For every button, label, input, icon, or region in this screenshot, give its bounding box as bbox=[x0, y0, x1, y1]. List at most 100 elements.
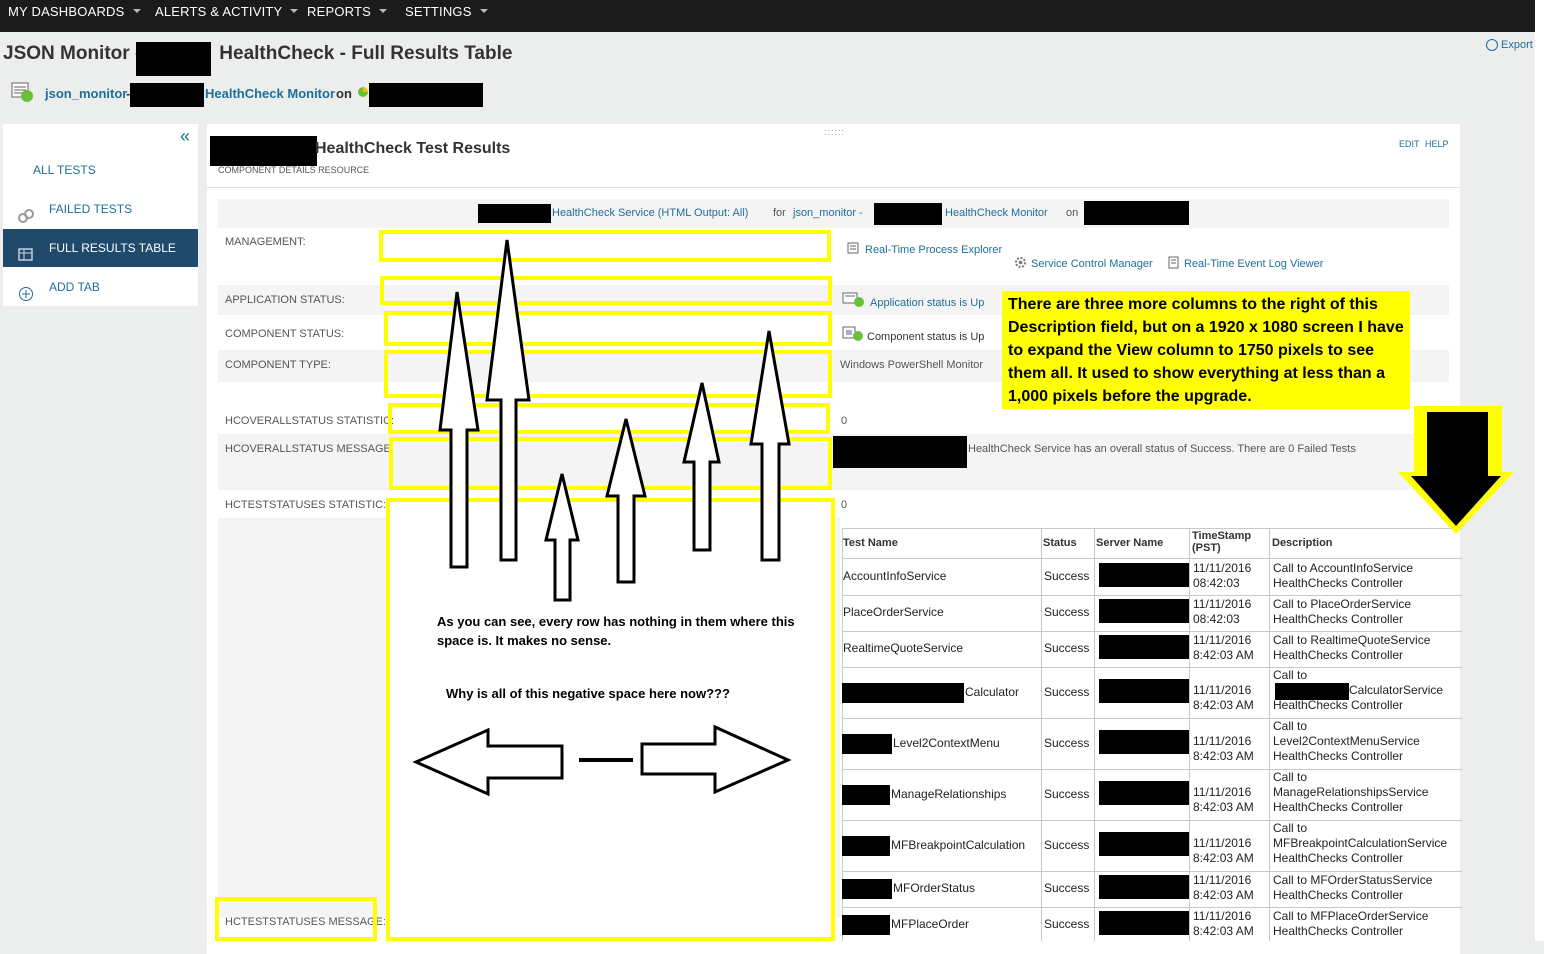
header-test-name[interactable]: Test Name bbox=[843, 537, 898, 549]
application-icon bbox=[11, 81, 33, 102]
nav-alerts-activity[interactable]: ALERTS & ACTIVITY bbox=[155, 0, 299, 32]
redaction bbox=[136, 42, 211, 76]
caret-down-icon bbox=[379, 8, 388, 13]
panel-subtitle: COMPONENT DETAILS RESOURCE bbox=[218, 165, 370, 175]
overall-message-value: HealthCheck Service has an overall statu… bbox=[968, 443, 1356, 455]
help-button[interactable]: HELP bbox=[1425, 139, 1449, 149]
timestamp-date-cell: 11/11/2016 bbox=[1193, 734, 1252, 748]
application-status-link[interactable]: Application status is Up bbox=[870, 297, 984, 309]
status-cell: Success bbox=[1044, 641, 1090, 655]
realtime-process-explorer-link[interactable]: Real-Time Process Explorer bbox=[865, 244, 1002, 256]
status-cell: Success bbox=[1044, 917, 1090, 931]
caret-down-icon bbox=[132, 8, 141, 13]
redaction bbox=[842, 785, 890, 805]
header-server-name[interactable]: Server Name bbox=[1096, 537, 1163, 549]
timestamp-date-cell: 11/11/2016 bbox=[1193, 683, 1252, 697]
description-cell: HealthChecks Controller bbox=[1273, 648, 1404, 662]
timestamp-date-cell: 11/11/2016 bbox=[1193, 597, 1252, 611]
page-title: JSON Monitor - HealthCheck - Full Results… bbox=[3, 43, 513, 64]
caret-down-icon bbox=[479, 8, 488, 13]
redaction bbox=[369, 83, 483, 107]
divider bbox=[207, 187, 1460, 188]
redaction bbox=[1084, 201, 1189, 225]
edit-button[interactable]: EDIT bbox=[1399, 139, 1420, 149]
description-cell: Call to MFPlaceOrderService bbox=[1273, 909, 1429, 923]
timestamp-time-cell: 8:42:03 AM bbox=[1193, 888, 1254, 902]
teststatuses-statistic-value: 0 bbox=[841, 499, 848, 511]
timestamp-time-cell: 08:42:03 bbox=[1193, 612, 1240, 626]
status-cell: Success bbox=[1044, 881, 1090, 895]
component-status-label: COMPONENT STATUS: bbox=[225, 328, 345, 340]
service-app-link[interactable]: json_monitor - bbox=[793, 207, 863, 219]
export-button[interactable]: Export bbox=[1486, 39, 1533, 52]
sidebar-item-all-tests[interactable]: ALL TESTS bbox=[3, 151, 198, 189]
results-table: Test Name Status Server Name TimeStamp (… bbox=[842, 528, 1462, 941]
redaction bbox=[842, 683, 964, 703]
collapse-sidebar-button[interactable]: « bbox=[180, 126, 190, 147]
sidebar: « ALL TESTS FAILED TESTS FULL RESULTS TA… bbox=[3, 124, 198, 306]
sidebar-item-full-results-table[interactable]: FULL RESULTS TABLE bbox=[3, 229, 198, 267]
nav-reports[interactable]: REPORTS bbox=[307, 0, 388, 32]
application-up-icon bbox=[842, 292, 864, 308]
description-cell: Call to MFOrderStatusService bbox=[1273, 873, 1433, 887]
application-status-label: APPLICATION STATUS: bbox=[225, 294, 345, 306]
service-monitor-link[interactable]: HealthCheck Monitor bbox=[945, 207, 1048, 219]
header-timestamp[interactable]: TimeStamp (PST) bbox=[1192, 530, 1262, 554]
sidebar-item-label: ADD TAB bbox=[49, 280, 100, 294]
timestamp-time-cell: 8:42:03 AM bbox=[1193, 924, 1254, 938]
description-cell: Call to RealtimeQuoteService bbox=[1273, 633, 1431, 647]
top-navigation-bar: MY DASHBOARDS ALERTS & ACTIVITY REPORTS … bbox=[0, 0, 1535, 32]
redaction bbox=[130, 83, 204, 107]
timestamp-date-cell: 11/11/2016 bbox=[1193, 909, 1252, 923]
window-edge bbox=[1535, 0, 1544, 941]
service-link[interactable]: HealthCheck Service (HTML Output: All) bbox=[552, 207, 748, 219]
node-status-icon bbox=[357, 85, 369, 97]
description-cell: ManageRelationshipsService bbox=[1273, 785, 1429, 799]
service-on: on bbox=[1066, 207, 1079, 219]
nav-settings[interactable]: SETTINGS bbox=[405, 0, 488, 32]
test-name-cell: MFBreakpointCalculation bbox=[891, 838, 1026, 852]
test-name-cell: PlaceOrderService bbox=[843, 605, 944, 619]
sidebar-item-add-tab[interactable]: ADD TAB bbox=[3, 268, 198, 306]
test-name-cell: ManageRelationships bbox=[891, 787, 1007, 801]
breadcrumb-app-link[interactable]: json_monitor bbox=[45, 86, 127, 101]
redaction bbox=[1099, 599, 1189, 623]
sidebar-item-label: ALL TESTS bbox=[33, 163, 96, 177]
service-control-manager-link[interactable]: Service Control Manager bbox=[1031, 258, 1153, 270]
status-cell: Success bbox=[1044, 685, 1090, 699]
component-type-value: Windows PowerShell Monitor bbox=[840, 359, 984, 371]
sidebar-item-failed-tests[interactable]: FAILED TESTS bbox=[3, 190, 198, 228]
redaction bbox=[874, 203, 942, 225]
redaction bbox=[210, 136, 317, 166]
header-description[interactable]: Description bbox=[1272, 537, 1333, 549]
breadcrumb-on: on bbox=[336, 86, 352, 101]
test-name-cell: MFOrderStatus bbox=[893, 881, 976, 895]
description-cell: HealthChecks Controller bbox=[1273, 800, 1404, 814]
export-icon bbox=[1486, 39, 1498, 52]
gear-icon bbox=[1014, 256, 1027, 269]
timestamp-time-cell: 8:42:03 AM bbox=[1193, 800, 1254, 814]
component-up-icon bbox=[842, 326, 864, 342]
description-cell: Call to PlaceOrderService bbox=[1273, 597, 1412, 611]
nav-my-dashboards[interactable]: MY DASHBOARDS bbox=[8, 0, 141, 32]
description-cell: HealthChecks Controller bbox=[1273, 698, 1404, 712]
timestamp-date-cell: 11/11/2016 bbox=[1193, 561, 1252, 575]
component-status-value: Component status is Up bbox=[867, 331, 985, 343]
timestamp-time-cell: 8:42:03 AM bbox=[1193, 749, 1254, 763]
process-explorer-icon bbox=[847, 242, 860, 255]
timestamp-date-cell: 11/11/2016 bbox=[1193, 873, 1252, 887]
timestamp-date-cell: 11/11/2016 bbox=[1193, 633, 1252, 647]
status-cell: Success bbox=[1044, 569, 1090, 583]
management-label: MANAGEMENT: bbox=[225, 236, 306, 248]
annotation-arrows-icon bbox=[412, 239, 792, 797]
timestamp-time-cell: 08:42:03 bbox=[1193, 576, 1240, 590]
redaction bbox=[1099, 911, 1189, 935]
redaction bbox=[1099, 730, 1189, 754]
breadcrumb-monitor-link[interactable]: HealthCheck Monitor bbox=[205, 86, 335, 101]
header-status[interactable]: Status bbox=[1043, 537, 1077, 549]
realtime-event-log-viewer-link[interactable]: Real-Time Event Log Viewer bbox=[1184, 258, 1323, 270]
description-cell: HealthChecks Controller bbox=[1273, 924, 1404, 938]
drag-grip-icon[interactable]: :::::: bbox=[824, 127, 845, 137]
sidebar-item-label: FAILED TESTS bbox=[49, 202, 133, 216]
description-cell: Call to bbox=[1273, 821, 1308, 835]
